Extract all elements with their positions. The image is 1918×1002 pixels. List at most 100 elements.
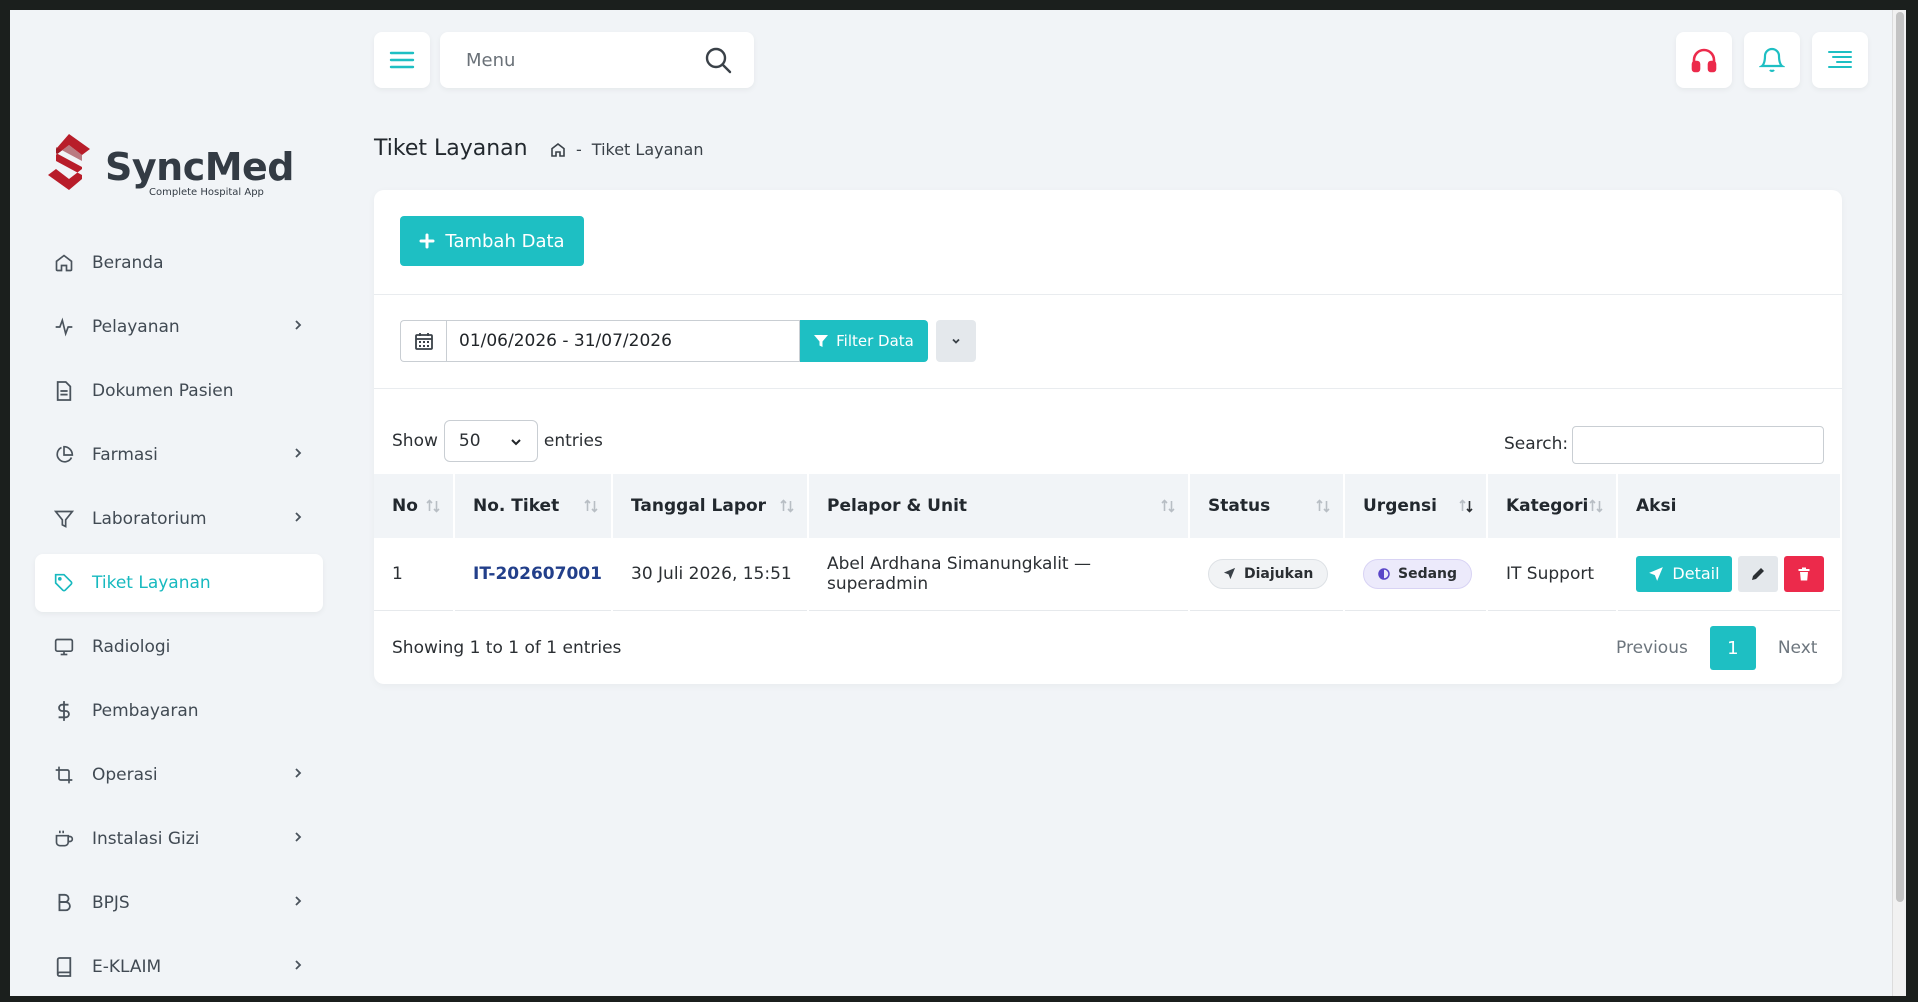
- scrollbar[interactable]: [1892, 10, 1906, 996]
- add-data-button[interactable]: Tambah Data: [400, 216, 584, 266]
- filter-icon: [52, 507, 76, 531]
- column-header-tanggal-lapor[interactable]: Tanggal Lapor: [612, 474, 809, 538]
- column-header-kategori[interactable]: Kategori: [1487, 474, 1618, 538]
- brand-name: SyncMed: [105, 145, 295, 189]
- cell-reporter: Abel Ardhana Simanungkalit — superadmin: [808, 538, 1190, 611]
- ticket-card: Tambah Data Filter Data Show 50 entries: [374, 190, 1842, 684]
- tag-icon: [52, 571, 76, 595]
- right-menu-button[interactable]: [1812, 32, 1868, 88]
- detail-button[interactable]: Detail: [1636, 555, 1732, 592]
- half-circle-icon: [1378, 568, 1390, 580]
- sort-desc-icon: [1459, 499, 1473, 513]
- chevron-right-icon: [295, 512, 302, 522]
- detail-label: Detail: [1672, 564, 1720, 584]
- column-header-pelapor-unit[interactable]: Pelapor & Unit: [808, 474, 1190, 538]
- chevron-right-icon: [295, 768, 302, 778]
- pie-chart-icon: [52, 443, 76, 467]
- home-icon: [52, 251, 76, 275]
- sidebar-item-label: Tiket Layanan: [92, 573, 211, 593]
- urgency-text: Sedang: [1398, 565, 1458, 582]
- sidebar-item-label: Radiologi: [92, 637, 171, 657]
- table-search-input[interactable]: [1572, 426, 1824, 464]
- sidebar-item-label: Beranda: [92, 253, 164, 273]
- sidebar-item-label: Operasi: [92, 765, 158, 785]
- logo-mark-icon: [48, 134, 90, 190]
- bold-b-icon: [52, 891, 76, 915]
- cell-urgency: Sedang: [1344, 538, 1488, 611]
- bell-icon: [1759, 47, 1785, 73]
- sidebar-item-label: Pelayanan: [92, 317, 180, 337]
- search-icon[interactable]: [704, 46, 732, 74]
- chevron-right-icon: [295, 448, 302, 458]
- sidebar-item-radiologi[interactable]: Radiologi: [35, 618, 323, 676]
- sidebar-item-label: BPJS: [92, 893, 130, 913]
- previous-page-button[interactable]: Previous: [1594, 638, 1710, 658]
- sort-icon: [1316, 499, 1330, 513]
- sidebar-toggle-button[interactable]: [374, 32, 430, 88]
- breadcrumb: - Tiket Layanan: [550, 140, 703, 159]
- page-size-select[interactable]: 50: [443, 420, 538, 462]
- sidebar-item-bpjs[interactable]: BPJS: [35, 874, 323, 932]
- sidebar-item-e-klaim[interactable]: E-KLAIM: [35, 938, 323, 996]
- home-icon[interactable]: [550, 142, 566, 158]
- sidebar-item-tiket-layanan[interactable]: Tiket Layanan: [35, 554, 323, 612]
- cell-date: 30 Juli 2026, 15:51: [612, 538, 809, 611]
- date-range-filter: Filter Data: [400, 320, 928, 362]
- document-icon: [52, 379, 76, 403]
- sidebar-item-operasi[interactable]: Operasi: [35, 746, 323, 804]
- delete-button[interactable]: [1784, 555, 1824, 592]
- column-header-no-tiket[interactable]: No. Tiket: [454, 474, 613, 538]
- sidebar-item-label: Instalasi Gizi: [92, 829, 200, 849]
- trash-icon: [1798, 567, 1810, 581]
- entries-label: entries: [543, 431, 603, 451]
- more-options-button[interactable]: [936, 320, 976, 362]
- menu-search-input[interactable]: [466, 49, 696, 71]
- cell-ticket: IT-202607001: [454, 538, 613, 611]
- cell-no: 1: [374, 538, 455, 611]
- table-search-label: Search:: [1504, 434, 1569, 454]
- chevron-right-icon: [295, 320, 302, 330]
- sort-icon: [780, 499, 794, 513]
- sidebar-item-laboratorium[interactable]: Laboratorium: [35, 490, 323, 548]
- column-header-status[interactable]: Status: [1189, 474, 1345, 538]
- calendar-button[interactable]: [400, 320, 446, 362]
- pulse-icon: [52, 315, 76, 339]
- sidebar-item-dokumen-pasien[interactable]: Dokumen Pasien: [35, 362, 323, 420]
- filter-data-button[interactable]: Filter Data: [800, 320, 928, 362]
- chevron-right-icon: [295, 896, 302, 906]
- scrollbar-thumb[interactable]: [1896, 12, 1904, 902]
- sidebar-item-label: Laboratorium: [92, 509, 207, 529]
- menu-search: [440, 32, 754, 88]
- support-button[interactable]: [1676, 32, 1732, 88]
- sidebar-item-beranda[interactable]: Beranda: [35, 234, 323, 292]
- page-1-button[interactable]: 1: [1709, 626, 1756, 670]
- notifications-button[interactable]: [1744, 32, 1800, 88]
- column-header-no[interactable]: No: [374, 474, 455, 538]
- monitor-icon: [52, 635, 76, 659]
- sidebar-item-farmasi[interactable]: Farmasi: [35, 426, 323, 484]
- chevron-down-icon: [511, 439, 521, 446]
- column-header-urgensi[interactable]: Urgensi: [1344, 474, 1488, 538]
- hamburger-icon: [389, 51, 415, 69]
- sidebar-item-pembayaran[interactable]: Pembayaran: [35, 682, 323, 740]
- sidebar-item-pelayanan[interactable]: Pelayanan: [35, 298, 323, 356]
- sort-icon: [584, 499, 598, 513]
- filter-data-label: Filter Data: [836, 332, 914, 350]
- sidebar-item-label: Pembayaran: [92, 701, 199, 721]
- breadcrumb-current: Tiket Layanan: [591, 140, 704, 159]
- divider: [374, 294, 1842, 295]
- pagination: Previous 1 Next: [1594, 626, 1839, 670]
- chevron-down-icon: [952, 338, 960, 344]
- edit-button[interactable]: [1738, 555, 1778, 592]
- sidebar-nav: Beranda Pelayanan Dokumen Pasien Farmasi…: [35, 234, 323, 996]
- sidebar-item-instalasi-gizi[interactable]: Instalasi Gizi: [35, 810, 323, 868]
- date-range-input[interactable]: [446, 320, 800, 362]
- brand-logo[interactable]: SyncMed Complete Hospital App: [46, 134, 295, 198]
- next-page-button[interactable]: Next: [1756, 638, 1840, 658]
- headset-icon: [1691, 48, 1717, 73]
- sort-icon: [426, 499, 440, 513]
- page-title: Tiket Layanan: [374, 136, 528, 161]
- status-badge: Diajukan: [1208, 558, 1329, 589]
- table-info: Showing 1 to 1 of 1 entries: [392, 638, 622, 658]
- ticket-link[interactable]: IT-202607001: [473, 564, 602, 584]
